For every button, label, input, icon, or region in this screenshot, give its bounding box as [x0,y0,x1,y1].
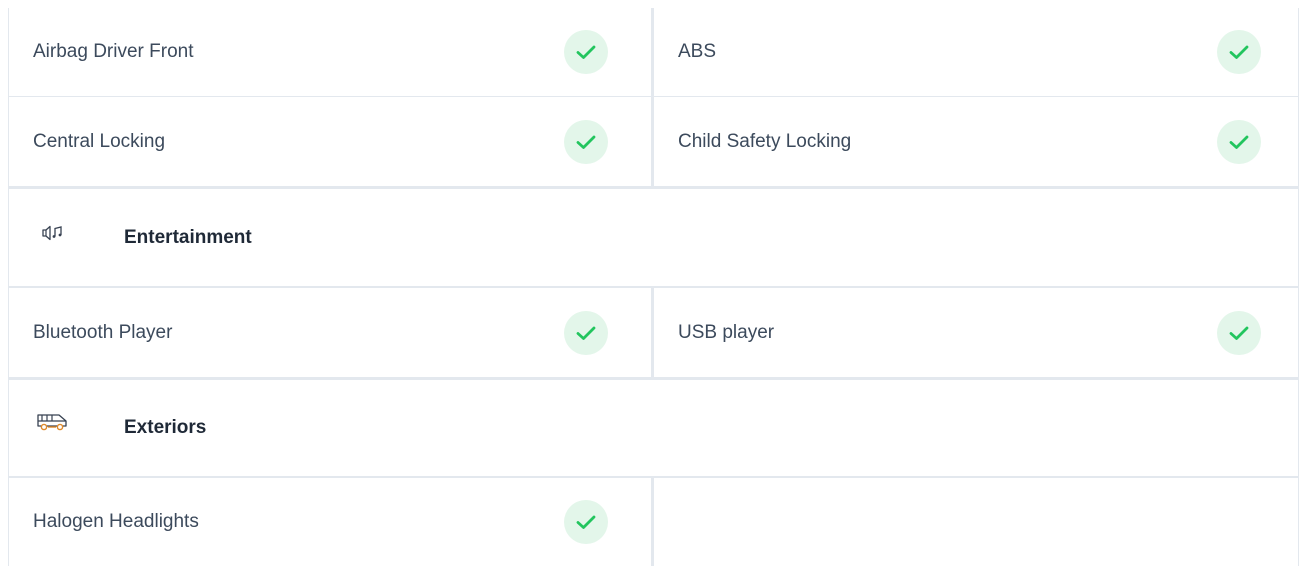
feature-row: Halogen Headlights [9,478,1298,566]
check-icon [1217,30,1261,74]
feature-label: Bluetooth Player [33,321,173,343]
features-table: Airbag Driver Front ABS Central Locking … [8,8,1299,566]
section-title: Exteriors [124,417,207,438]
feature-label: USB player [678,321,775,343]
check-icon [564,500,608,544]
feature-row: Airbag Driver Front ABS [9,8,1298,97]
check-icon [564,310,608,355]
feature-label: Central Locking [33,130,166,152]
check-icon [564,119,608,164]
section-header-entertainment: Entertainment [9,186,1298,288]
feature-label: Halogen Headlights [33,511,199,532]
feature-cell: Bluetooth Player [9,288,654,377]
section-title: Entertainment [124,226,252,248]
feature-label: Child Safety Locking [678,130,852,152]
feature-cell-empty [654,478,1299,566]
feature-cell: ABS [654,8,1299,96]
speaker-music-icon [35,223,69,243]
feature-row: Central Locking Child Safety Locking [9,97,1298,186]
feature-row: Bluetooth Player USB player [9,288,1298,377]
check-icon [1217,119,1261,164]
feature-cell: USB player [654,288,1299,377]
feature-cell: Child Safety Locking [654,97,1299,186]
car-icon [35,412,69,432]
feature-cell: Central Locking [9,97,654,186]
section-header-exteriors: Exteriors [9,377,1298,478]
check-icon [564,30,608,74]
feature-label: Airbag Driver Front [33,41,194,62]
feature-cell: Halogen Headlights [9,478,654,566]
feature-label: ABS [678,41,717,62]
check-icon [1217,310,1261,355]
feature-cell: Airbag Driver Front [9,8,654,96]
